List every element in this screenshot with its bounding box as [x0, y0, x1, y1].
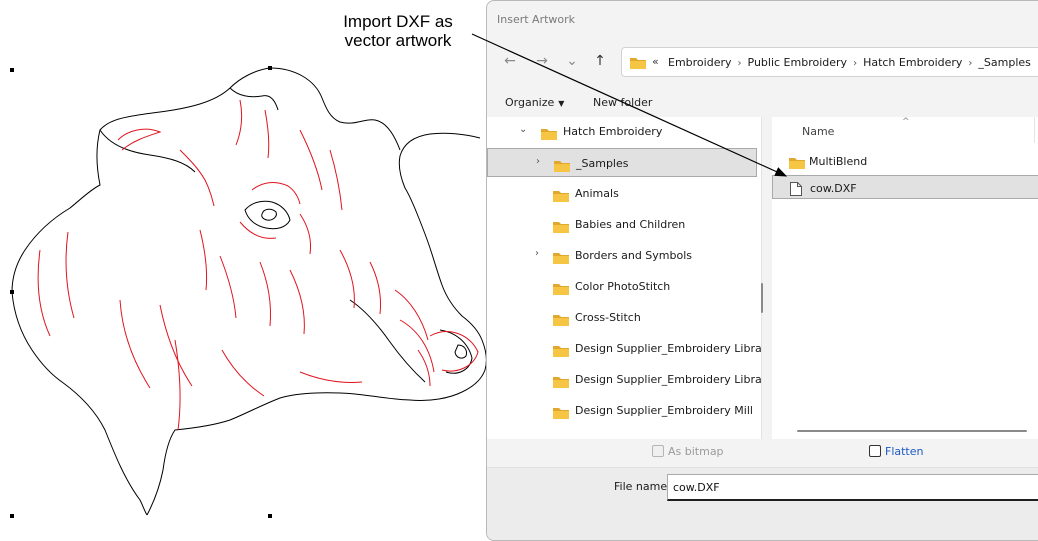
file-list-item[interactable]: cow.DXF — [772, 175, 1038, 199]
column-header-name[interactable]: Name — [802, 125, 834, 138]
breadcrumb-public-embroidery[interactable]: Public Embroidery — [748, 56, 848, 69]
breadcrumb-embroidery[interactable]: Embroidery — [668, 56, 732, 69]
file-name-input[interactable] — [667, 474, 1038, 501]
file-list-item[interactable]: MultiBlend — [772, 149, 1038, 173]
breadcrumb-hatch-embroidery[interactable]: Hatch Embroidery — [863, 56, 962, 69]
breadcrumb-separator[interactable]: › — [847, 58, 863, 69]
tree-item-label: Design Supplier_Embroidery Mill — [575, 404, 753, 417]
tree-item[interactable]: Animals — [487, 179, 757, 208]
callout-annotation: Import DXF as vector artwork — [318, 12, 478, 50]
selection-handles[interactable] — [10, 66, 272, 518]
breadcrumb: Embroidery › Public Embroidery › Hatch Embro… — [668, 56, 1031, 69]
tree-item-label: _Samples — [576, 157, 629, 170]
breadcrumb-separator[interactable]: › — [962, 58, 978, 69]
cow-outline — [11, 67, 487, 516]
as-bitmap-checkbox[interactable]: As bitmap — [652, 445, 724, 458]
file-list-scrollbar[interactable] — [797, 430, 1027, 432]
organize-label: Organize — [505, 96, 555, 109]
tree-item-label: Color PhotoStitch — [575, 280, 671, 293]
file-list[interactable]: Name ^ MultiBlend cow.DXF — [772, 117, 1038, 439]
organize-button[interactable]: Organize ▼ — [505, 96, 564, 109]
pane-divider[interactable] — [761, 117, 762, 439]
tree-item-label: Borders and Symbols — [575, 249, 693, 262]
column-divider[interactable] — [1034, 117, 1035, 143]
sort-ascending-icon: ^ — [902, 117, 910, 127]
import-options: As bitmap Flatten — [487, 439, 1038, 465]
folder-icon — [553, 342, 569, 361]
file-name-area: File name: — [487, 467, 1038, 540]
checkbox-icon — [652, 445, 664, 457]
command-bar: Organize ▼ New folder — [487, 89, 1038, 117]
tree-item-label: Design Supplier_Embroidery Library — [575, 342, 761, 355]
callout-line-2: vector artwork — [344, 31, 452, 50]
folder-icon — [553, 280, 569, 299]
checkbox-icon — [869, 445, 881, 457]
file-icon — [790, 181, 802, 200]
folder-icon — [630, 58, 646, 69]
flatten-checkbox[interactable]: Flatten — [869, 445, 924, 458]
caret-down-icon: ▼ — [558, 99, 565, 108]
flatten-label: Flatten — [885, 445, 924, 458]
arrow-left-icon: ← — [504, 53, 516, 69]
tree-item-label: Design Supplier_Embroidery Library — [575, 373, 761, 386]
dialog-titlebar[interactable]: Insert Artwork — [487, 1, 1038, 37]
navigation-pane-scrollbar[interactable] — [761, 283, 763, 313]
arrow-up-icon: ↑ — [594, 53, 606, 69]
tree-item[interactable]: › _Samples — [487, 148, 757, 177]
tree-item[interactable]: ⌄ Hatch Embroidery — [487, 117, 757, 146]
insert-artwork-dialog: Insert Artwork ← → ⌄ ↑ « Embroidery › Publ… — [486, 0, 1038, 541]
chevron-right-icon[interactable]: › — [535, 248, 539, 259]
address-overflow[interactable]: « — [652, 55, 659, 68]
cow-detail-lines — [37, 99, 479, 431]
navigation-bar: ← → ⌄ ↑ « Embroidery › Public Embroidery › H… — [487, 41, 1038, 81]
tree-item-label: Babies and Children — [575, 218, 686, 231]
up-button[interactable]: ↑ — [589, 51, 611, 71]
folder-icon — [553, 249, 569, 268]
recent-locations-button[interactable]: ⌄ — [561, 51, 583, 71]
tree-item[interactable]: Babies and Children — [487, 210, 757, 239]
tree-item-label: Hatch Embroidery — [563, 125, 663, 138]
back-button[interactable]: ← — [499, 51, 521, 71]
tree-item-label: Cross-Stitch — [575, 311, 641, 324]
tree-item[interactable]: Color PhotoStitch — [487, 272, 757, 301]
breadcrumb-samples[interactable]: _Samples — [978, 56, 1030, 69]
tree-item-partial[interactable] — [487, 427, 757, 439]
chevron-down-icon: ⌄ — [566, 53, 578, 69]
forward-button[interactable]: → — [531, 51, 553, 71]
file-list-item-label: MultiBlend — [809, 155, 868, 168]
folder-icon — [553, 404, 569, 423]
arrow-right-icon: → — [536, 53, 548, 69]
tree-item[interactable]: › Borders and Symbols — [487, 241, 757, 270]
navigation-pane[interactable]: ⌄ Hatch Embroidery › _Samples Animals Babies … — [487, 117, 761, 439]
breadcrumb-separator[interactable]: › — [732, 58, 748, 69]
address-bar[interactable]: « Embroidery › Public Embroidery › Hatch Emb… — [621, 47, 1038, 77]
folder-icon — [789, 154, 805, 173]
file-list-item-label: cow.DXF — [810, 182, 857, 195]
folder-icon — [553, 218, 569, 237]
dialog-title: Insert Artwork — [497, 13, 576, 26]
tree-item[interactable]: Cross-Stitch — [487, 303, 757, 332]
as-bitmap-label: As bitmap — [668, 445, 724, 458]
tree-item-label: Animals — [575, 187, 619, 200]
tree-item[interactable]: Design Supplier_Embroidery Library — [487, 334, 761, 363]
chevron-right-icon[interactable]: › — [536, 156, 540, 167]
file-name-label: File name: — [614, 480, 671, 493]
callout-line-1: Import DXF as — [343, 12, 453, 31]
tree-item[interactable]: Design Supplier_Embroidery Library — [487, 365, 761, 394]
folder-icon — [554, 157, 570, 176]
folder-icon — [553, 311, 569, 330]
folder-icon — [553, 373, 569, 392]
tree-item[interactable]: Design Supplier_Embroidery Mill — [487, 396, 757, 425]
new-folder-button[interactable]: New folder — [593, 96, 652, 109]
folder-icon — [553, 187, 569, 206]
chevron-down-icon[interactable]: ⌄ — [519, 124, 527, 135]
folder-icon — [541, 125, 557, 144]
